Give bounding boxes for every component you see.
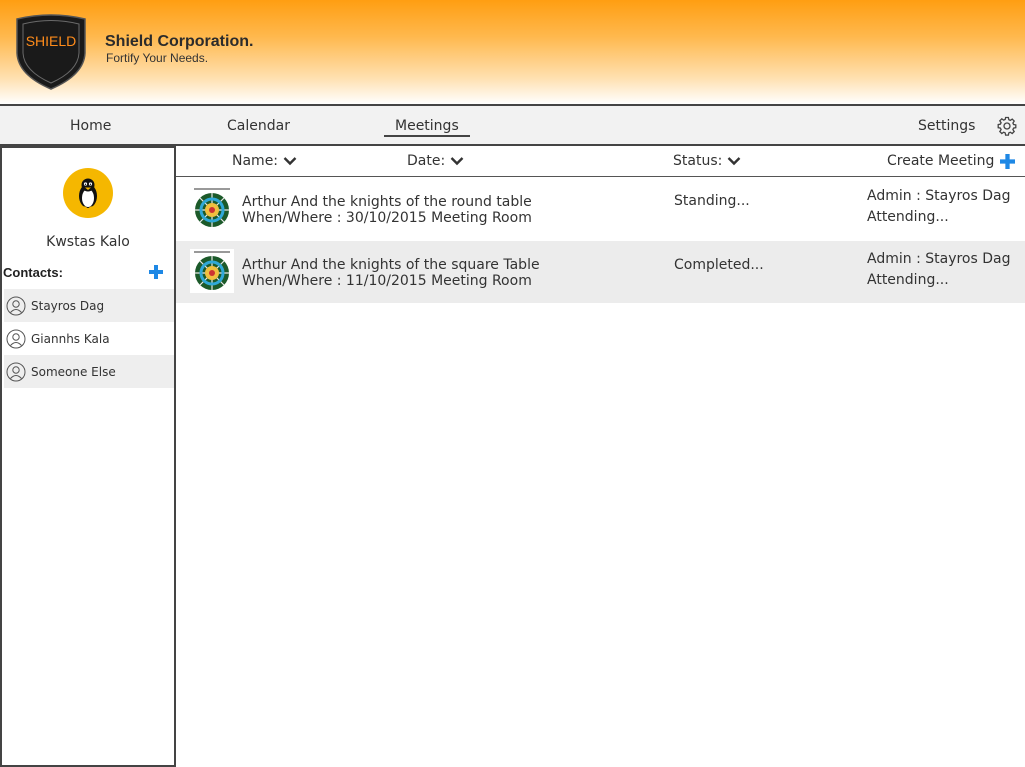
avatar[interactable] bbox=[63, 168, 113, 218]
chevron-down-icon bbox=[450, 157, 464, 166]
nav-settings[interactable]: Settings bbox=[918, 118, 975, 134]
nav-home[interactable]: Home bbox=[70, 118, 111, 134]
chevron-down-icon bbox=[283, 157, 297, 166]
user-icon bbox=[6, 296, 26, 315]
meeting-thumbnail bbox=[190, 186, 234, 230]
contacts-label: Contacts: bbox=[3, 265, 63, 280]
meeting-row[interactable]: Arthur And the knights of the square Tab… bbox=[176, 241, 1025, 303]
meeting-title: Arthur And the knights of the square Tab… bbox=[242, 257, 540, 273]
sort-by-date[interactable]: Date: bbox=[407, 153, 464, 169]
create-meeting-label: Create Meeting bbox=[887, 153, 995, 169]
meeting-admin: Admin : Stayros Dag bbox=[867, 188, 1011, 204]
column-date-label: Date: bbox=[407, 153, 446, 169]
sort-by-status[interactable]: Status: bbox=[673, 153, 741, 169]
contact-item[interactable]: Stayros Dag bbox=[4, 289, 174, 322]
company-name: Shield Corporation. bbox=[105, 33, 254, 50]
contact-name: Giannhs Kala bbox=[31, 331, 110, 346]
meeting-status: Completed... bbox=[674, 257, 764, 273]
plus-icon bbox=[1000, 153, 1016, 169]
chevron-down-icon bbox=[727, 157, 741, 166]
column-name-label: Name: bbox=[232, 153, 279, 169]
sidebar: Kwstas Kalo Contacts: Stayros Dag Giannh… bbox=[0, 146, 176, 767]
linux-penguin-icon bbox=[79, 178, 97, 210]
table-header-divider bbox=[176, 176, 1025, 177]
contact-item[interactable]: Giannhs Kala bbox=[4, 322, 174, 355]
shield-logo: SHIELD bbox=[16, 14, 86, 90]
sort-by-name[interactable]: Name: bbox=[232, 153, 297, 169]
nav-calendar[interactable]: Calendar bbox=[227, 118, 290, 134]
add-contact-icon[interactable] bbox=[149, 265, 163, 279]
app-header: SHIELD Shield Corporation. Fortify Your … bbox=[0, 0, 1025, 106]
meeting-title: Arthur And the knights of the round tabl… bbox=[242, 194, 532, 210]
meeting-attending[interactable]: Attending... bbox=[867, 272, 949, 288]
user-icon bbox=[6, 362, 26, 381]
gear-icon[interactable] bbox=[997, 116, 1017, 136]
user-icon bbox=[6, 329, 26, 348]
company-tagline: Fortify Your Needs. bbox=[106, 51, 209, 65]
meeting-when-where: When/Where : 11/10/2015 Meeting Room bbox=[242, 273, 532, 289]
contact-name: Stayros Dag bbox=[31, 298, 105, 313]
meeting-admin: Admin : Stayros Dag bbox=[867, 251, 1011, 267]
main-nav: Home Calendar Meetings Settings bbox=[0, 106, 1025, 146]
nav-meetings[interactable]: Meetings bbox=[384, 118, 470, 137]
column-status-label: Status: bbox=[673, 153, 723, 169]
create-meeting-button[interactable]: Create Meeting bbox=[887, 153, 1016, 169]
meeting-row[interactable]: Arthur And the knights of the round tabl… bbox=[176, 178, 1025, 240]
meeting-when-where: When/Where : 30/10/2015 Meeting Room bbox=[242, 210, 532, 226]
meeting-status: Standing... bbox=[674, 193, 750, 209]
meeting-attending[interactable]: Attending... bbox=[867, 209, 949, 225]
contact-name: Someone Else bbox=[31, 364, 116, 379]
contact-item[interactable]: Someone Else bbox=[4, 355, 174, 388]
logo-text: SHIELD bbox=[26, 33, 77, 49]
user-name: Kwstas Kalo bbox=[46, 234, 130, 250]
meeting-thumbnail bbox=[190, 249, 234, 293]
